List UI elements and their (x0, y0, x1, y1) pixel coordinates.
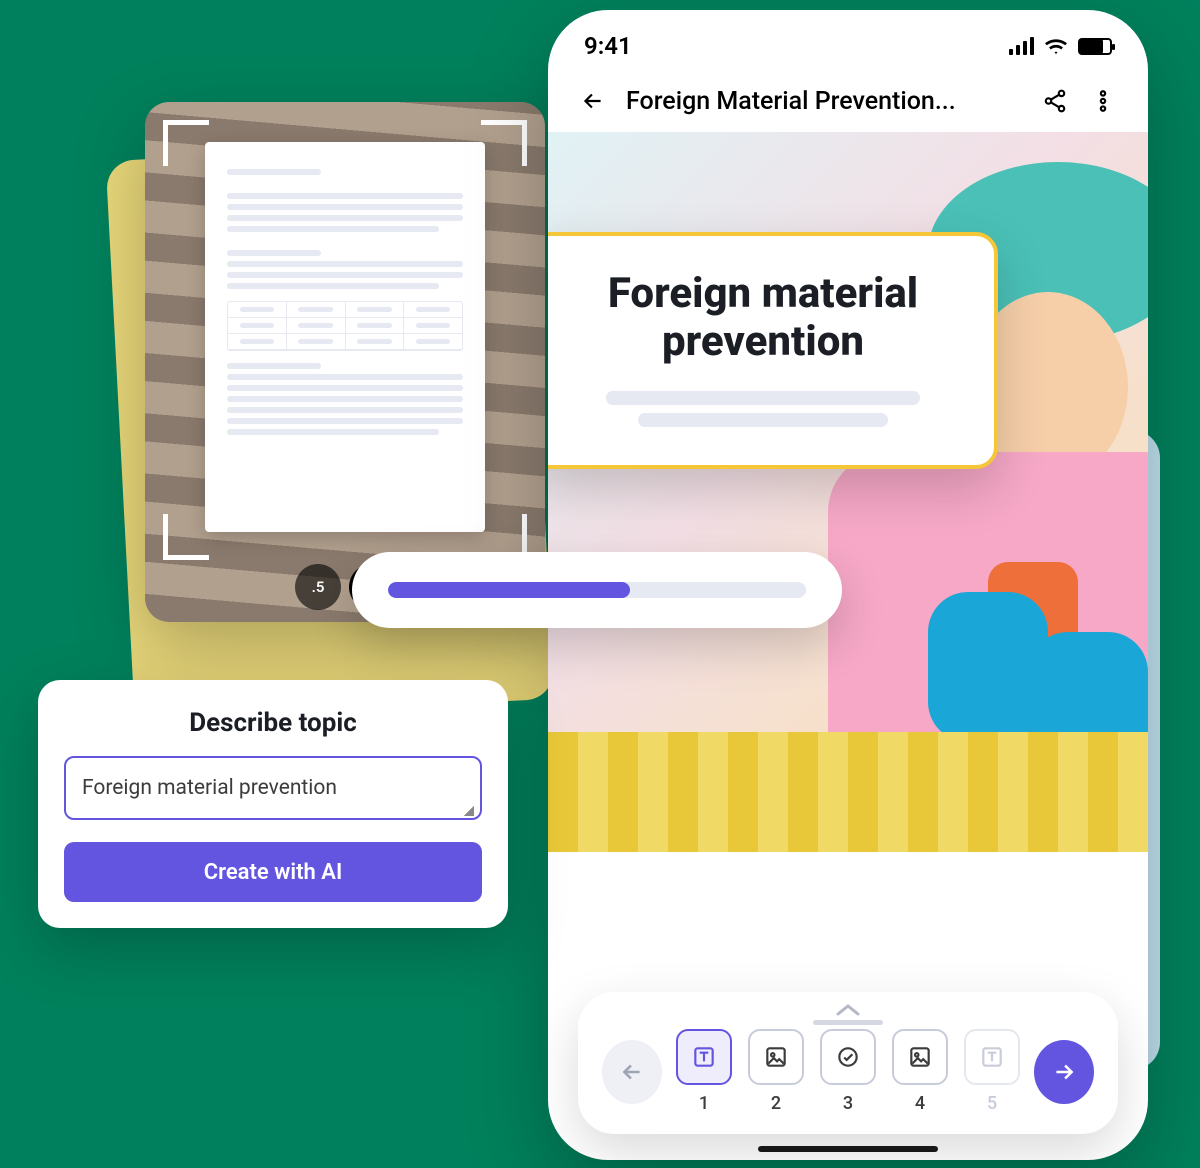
slide-number: 2 (771, 1093, 781, 1114)
ai-create-card: Describe topic Create with AI (38, 680, 508, 928)
slide-thumbnails: 1 2 3 4 5 (676, 1029, 1020, 1114)
slide-number: 4 (915, 1093, 925, 1114)
scanned-document (205, 142, 485, 532)
home-indicator (758, 1146, 938, 1152)
image-icon (892, 1029, 948, 1085)
slide-thumb-3[interactable]: 3 (820, 1029, 876, 1114)
status-bar: 9:41 (548, 10, 1148, 70)
back-button[interactable] (578, 86, 608, 116)
scanned-doc-table (227, 301, 463, 351)
topic-input[interactable] (64, 756, 482, 820)
skeleton-line (606, 391, 920, 405)
slide-navigator-sheet: 1 2 3 4 5 (578, 992, 1118, 1134)
slide-number: 3 (843, 1093, 853, 1114)
next-slide-button[interactable] (1034, 1040, 1094, 1104)
lesson-title: Foreign material prevention (562, 270, 964, 367)
text-icon (964, 1029, 1020, 1085)
share-button[interactable] (1040, 86, 1070, 116)
sheet-handle[interactable] (813, 1020, 883, 1025)
check-icon (820, 1029, 876, 1085)
create-with-ai-button[interactable]: Create with AI (64, 842, 482, 902)
more-button[interactable] (1088, 86, 1118, 116)
status-time: 9:41 (584, 32, 632, 60)
chevron-up-icon[interactable] (834, 1002, 862, 1018)
slide-number: 1 (699, 1093, 709, 1114)
screen-title: Foreign Material Prevention... (626, 87, 1022, 116)
phone-app-header: Foreign Material Prevention... (548, 70, 1148, 132)
wifi-icon (1044, 37, 1068, 55)
skeleton-line (638, 413, 887, 427)
slide-thumb-4[interactable]: 4 (892, 1029, 948, 1114)
slide-thumb-5[interactable]: 5 (964, 1029, 1020, 1114)
scan-frame-corner (163, 120, 209, 166)
hero-image: Foreign material prevention (548, 132, 1148, 852)
document-scan-preview: .5 1x (145, 102, 545, 622)
canvas: .5 1x 9:41 Foreign Material Prevention..… (0, 0, 1200, 1168)
image-icon (748, 1029, 804, 1085)
scan-frame-corner (163, 514, 209, 560)
ai-card-heading: Describe topic (64, 708, 482, 738)
slide-number: 5 (987, 1093, 997, 1114)
scan-frame-corner (481, 120, 527, 166)
slide-thumb-2[interactable]: 2 (748, 1029, 804, 1114)
battery-icon (1078, 38, 1112, 55)
signal-icon (1009, 37, 1034, 55)
progress-track (388, 582, 806, 598)
zoom-option-half[interactable]: .5 (295, 564, 341, 610)
slide-thumb-1[interactable]: 1 (676, 1029, 732, 1114)
text-icon (676, 1029, 732, 1085)
generation-progress (352, 552, 842, 628)
lesson-title-card: Foreign material prevention (548, 232, 998, 469)
progress-fill (388, 582, 630, 598)
prev-slide-button[interactable] (602, 1040, 662, 1104)
